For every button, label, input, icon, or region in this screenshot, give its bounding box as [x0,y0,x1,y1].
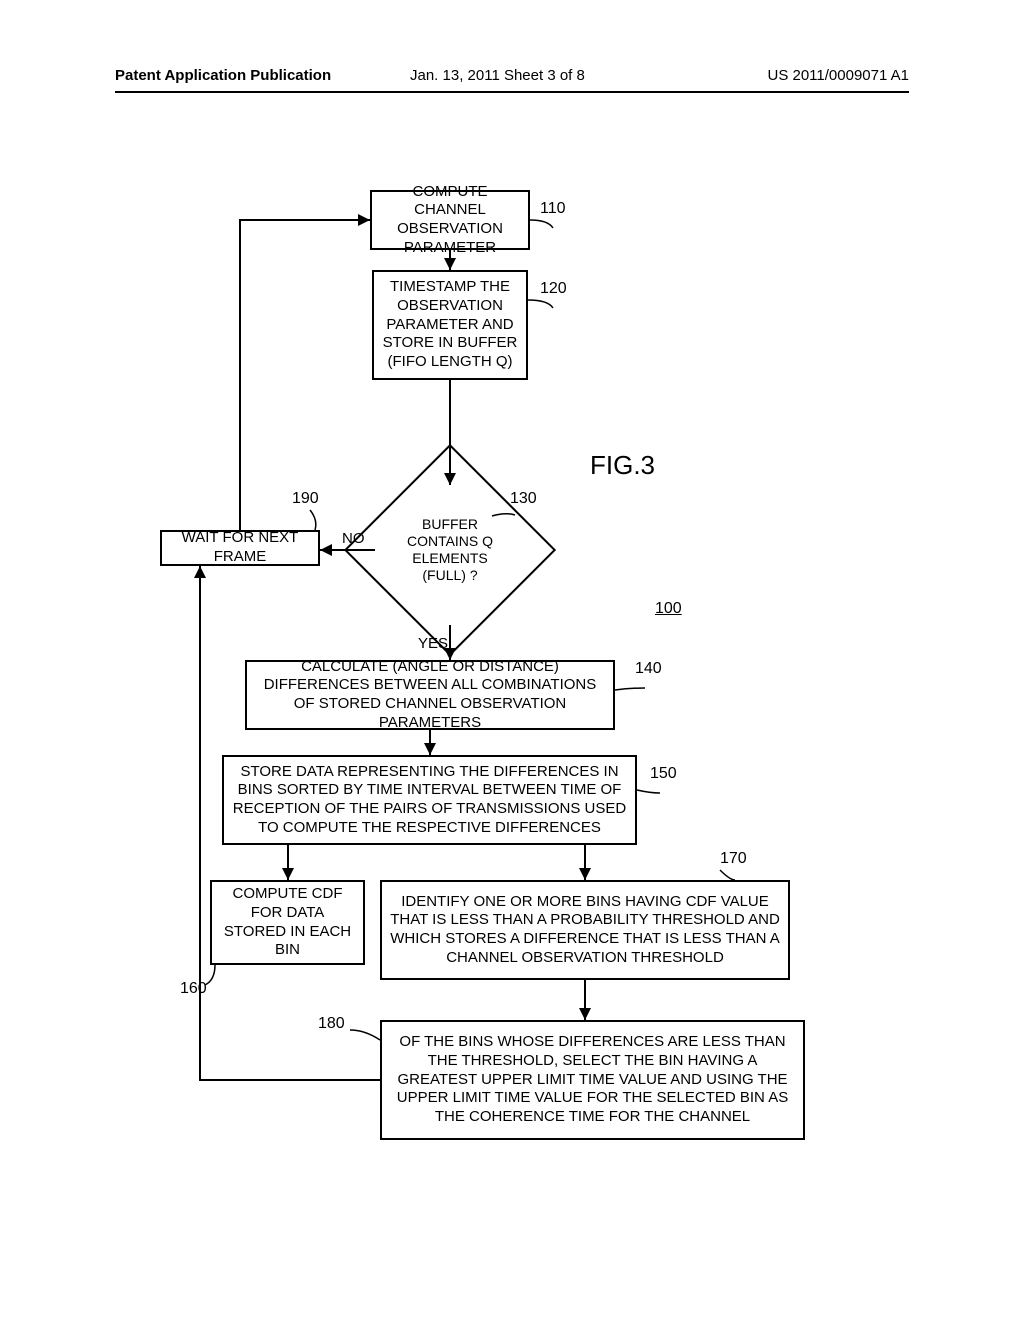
ref-140: 140 [635,660,662,678]
figure-ref-100: 100 [655,600,682,618]
header-right: US 2011/0009071 A1 [767,67,909,84]
step-120: TIMESTAMP THE OBSERVATION PARAMETER AND … [372,270,528,380]
page: Patent Application Publication Jan. 13, … [0,0,1024,1320]
page-header: Patent Application Publication Jan. 13, … [115,87,909,93]
ref-180: 180 [318,1015,345,1033]
step-150: STORE DATA REPRESENTING THE DIFFERENCES … [222,755,637,845]
ref-110: 110 [540,200,566,218]
ref-120: 120 [540,280,567,298]
ref-190: 190 [292,490,319,508]
header-mid: Jan. 13, 2011 Sheet 3 of 8 [410,67,585,84]
step-170: IDENTIFY ONE OR MORE BINS HAVING CDF VAL… [380,880,790,980]
step-110: COMPUTE CHANNEL OBSERVATION PARAMETER [370,190,530,250]
header-left: Patent Application Publication [115,67,331,84]
decision-130: BUFFER CONTAINS Q ELEMENTS (FULL) ? [375,475,525,625]
ref-130: 130 [510,490,537,508]
decision-130-text: BUFFER CONTAINS Q ELEMENTS (FULL) ? [375,475,525,625]
step-160: COMPUTE CDF FOR DATA STORED IN EACH BIN [210,880,365,965]
label-no: NO [342,530,365,547]
figure-label: FIG.3 [590,450,655,481]
ref-160: 160 [180,980,207,998]
step-190: WAIT FOR NEXT FRAME [160,530,320,566]
ref-170: 170 [720,850,747,868]
ref-150: 150 [650,765,677,783]
flowchart: FIG.3 100 COMPUTE CHANNEL OBSERVATION PA… [160,190,880,1230]
step-140: CALCULATE (ANGLE OR DISTANCE) DIFFERENCE… [245,660,615,730]
step-180: OF THE BINS WHOSE DIFFERENCES ARE LESS T… [380,1020,805,1140]
label-yes: YES [418,635,448,652]
